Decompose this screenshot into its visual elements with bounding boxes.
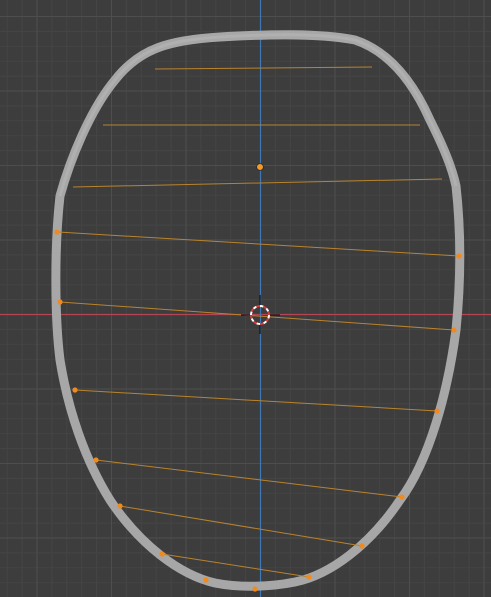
3d-viewport[interactable]	[0, 0, 491, 597]
control-point[interactable]	[72, 387, 78, 393]
viewport-scene[interactable]	[0, 0, 491, 597]
control-point[interactable]	[252, 586, 258, 592]
control-point[interactable]	[54, 229, 60, 235]
control-point[interactable]	[434, 408, 440, 414]
control-point[interactable]	[456, 253, 462, 259]
control-point[interactable]	[57, 299, 63, 305]
control-point[interactable]	[117, 503, 123, 509]
control-point[interactable]	[451, 327, 457, 333]
object-origin-icon[interactable]	[256, 163, 264, 171]
control-point[interactable]	[399, 494, 405, 500]
control-point[interactable]	[159, 551, 165, 557]
control-point[interactable]	[203, 577, 209, 583]
control-point[interactable]	[359, 543, 365, 549]
control-point[interactable]	[93, 457, 99, 463]
control-point[interactable]	[306, 574, 312, 580]
